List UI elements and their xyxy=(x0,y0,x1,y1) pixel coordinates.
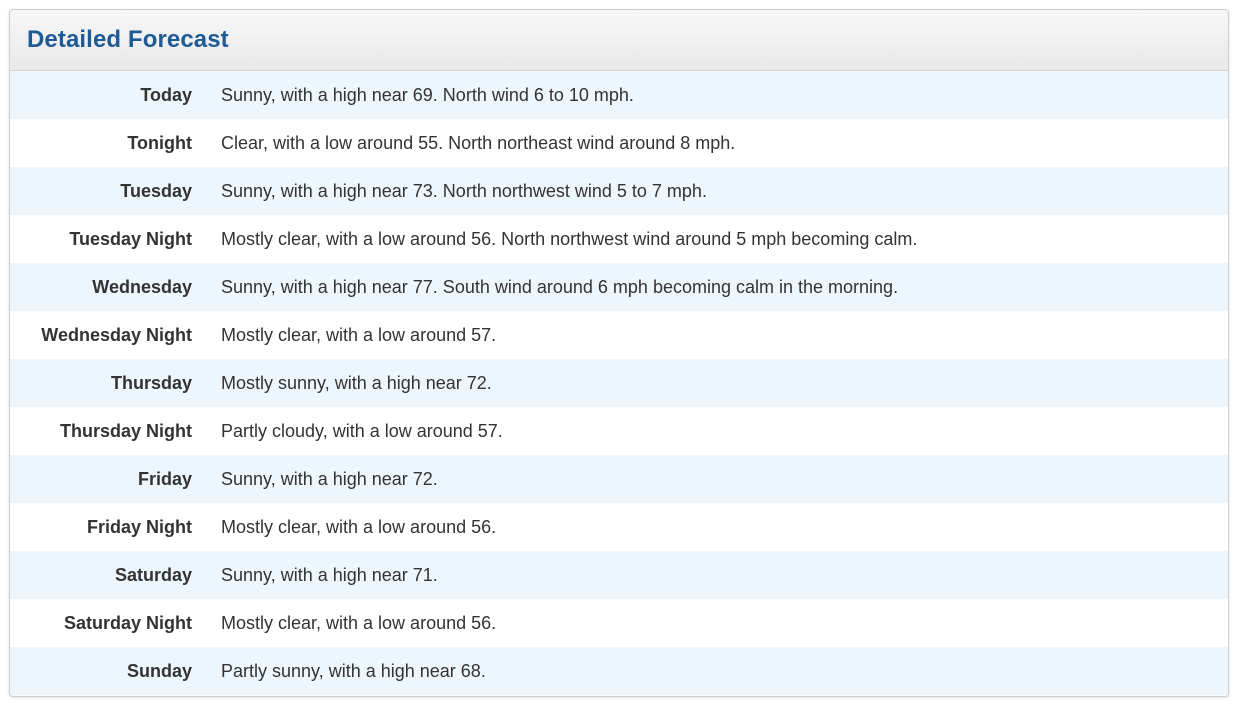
forecast-row: Thursday Night Partly cloudy, with a low… xyxy=(10,407,1228,455)
forecast-row: Sunday Partly sunny, with a high near 68… xyxy=(10,647,1228,695)
forecast-text: Partly sunny, with a high near 68. xyxy=(221,660,486,681)
forecast-text: Partly cloudy, with a low around 57. xyxy=(221,420,503,441)
forecast-text: Mostly clear, with a low around 57. xyxy=(221,324,497,345)
forecast-period-label: Thursday Night xyxy=(59,420,192,441)
forecast-row: Wednesday Sunny, with a high near 77. So… xyxy=(10,263,1228,311)
forecast-period-label: Friday Night xyxy=(86,516,192,537)
forecast-text: Sunny, with a high near 73. North northw… xyxy=(221,180,707,201)
forecast-text: Sunny, with a high near 69. North wind 6… xyxy=(221,84,634,105)
forecast-row: Tuesday Night Mostly clear, with a low a… xyxy=(10,215,1228,263)
forecast-row: Saturday Sunny, with a high near 71. xyxy=(10,551,1228,599)
forecast-text: Mostly sunny, with a high near 72. xyxy=(221,372,492,393)
forecast-period-label: Sunday xyxy=(126,660,192,681)
forecast-text: Mostly clear, with a low around 56. Nort… xyxy=(221,228,918,249)
forecast-row: Wednesday Night Mostly clear, with a low… xyxy=(10,311,1228,359)
detailed-forecast-panel: Detailed Forecast Today Sunny, with a hi… xyxy=(9,9,1229,697)
forecast-row: Friday Night Mostly clear, with a low ar… xyxy=(10,503,1228,551)
forecast-period-label: Thursday xyxy=(110,372,192,393)
forecast-period-label: Wednesday Night xyxy=(41,324,192,345)
forecast-period-label: Tonight xyxy=(127,132,192,153)
forecast-text: Sunny, with a high near 71. xyxy=(221,564,438,585)
forecast-row: Tuesday Sunny, with a high near 73. Nort… xyxy=(10,167,1228,215)
forecast-period-label: Friday xyxy=(137,468,192,489)
forecast-row: Tonight Clear, with a low around 55. Nor… xyxy=(10,119,1228,167)
forecast-period-label: Tuesday xyxy=(120,180,192,201)
forecast-text: Mostly clear, with a low around 56. xyxy=(221,612,497,633)
forecast-period-label: Today xyxy=(140,84,192,105)
forecast-row: Today Sunny, with a high near 69. North … xyxy=(10,71,1228,119)
forecast-period-label: Saturday xyxy=(114,564,192,585)
forecast-row: Saturday Night Mostly clear, with a low … xyxy=(10,599,1228,647)
panel-heading: Detailed Forecast xyxy=(10,10,1228,71)
forecast-period-label: Saturday Night xyxy=(63,612,192,633)
forecast-text: Sunny, with a high near 77. South wind a… xyxy=(221,276,899,297)
forecast-text: Clear, with a low around 55. North north… xyxy=(221,132,736,153)
forecast-list: Today Sunny, with a high near 69. North … xyxy=(10,71,1228,695)
forecast-text: Mostly clear, with a low around 56. xyxy=(221,516,497,537)
panel-title: Detailed Forecast xyxy=(27,26,229,53)
forecast-text: Sunny, with a high near 72. xyxy=(221,468,438,489)
forecast-period-label: Wednesday xyxy=(92,276,192,297)
forecast-row: Friday Sunny, with a high near 72. xyxy=(10,455,1228,503)
forecast-row: Thursday Mostly sunny, with a high near … xyxy=(10,359,1228,407)
forecast-period-label: Tuesday Night xyxy=(69,228,192,249)
